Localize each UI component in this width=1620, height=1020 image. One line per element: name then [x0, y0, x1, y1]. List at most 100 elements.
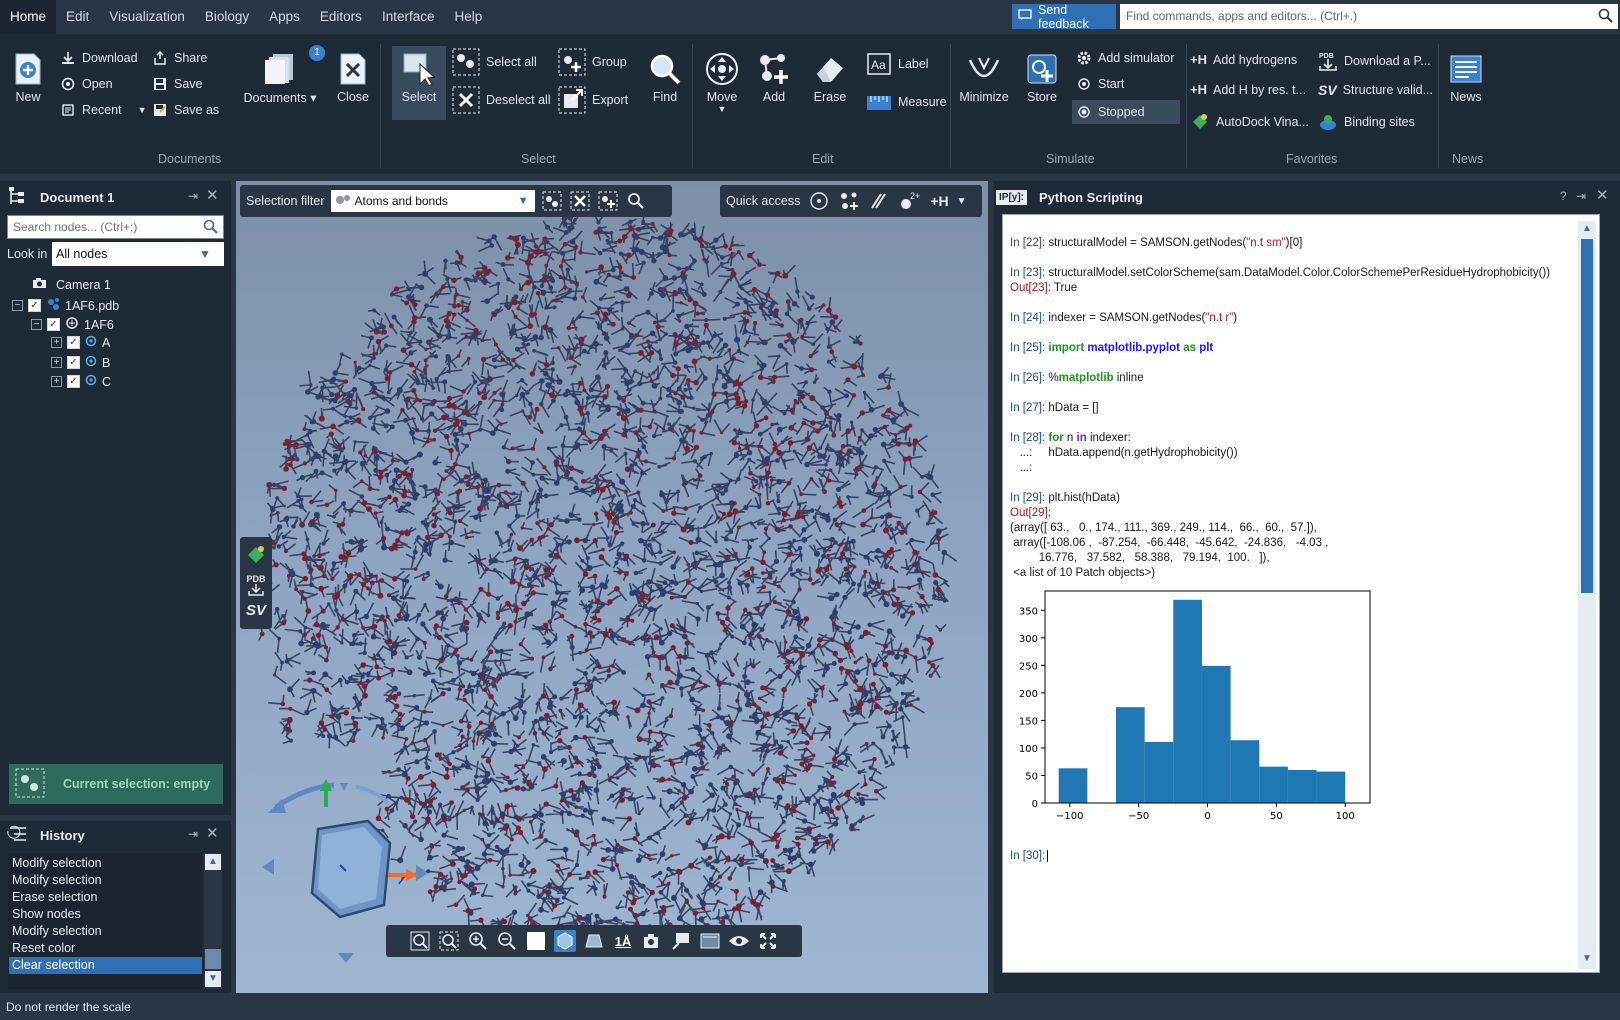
search-nodes-input[interactable]: Search nodes... (Ctrl+;) — [7, 215, 224, 239]
label-view-icon[interactable] — [670, 930, 692, 952]
screenshot-icon[interactable] — [641, 930, 663, 952]
tree-item-chain-b[interactable]: + ✓ B — [51, 355, 110, 370]
tree-item-file[interactable]: − ✓ 1AF6.pdb — [12, 297, 119, 314]
add-h-quick-icon[interactable]: +H — [930, 193, 948, 209]
tree-item-model[interactable]: − ✓ 1AF6 — [31, 316, 114, 333]
scroll-thumb[interactable] — [1581, 239, 1593, 593]
autodock-vina-button[interactable]: AutoDock Vina... — [1190, 112, 1309, 132]
find-button[interactable]: Find — [644, 52, 686, 104]
expand-icon[interactable]: + — [51, 337, 62, 348]
perspective-icon[interactable] — [554, 930, 576, 952]
select-all-icon[interactable] — [541, 190, 563, 212]
autodock-icon[interactable] — [245, 543, 267, 568]
expand-icon[interactable]: + — [51, 376, 62, 387]
documents-button[interactable]: Documents ▾ — [240, 52, 320, 105]
move-button[interactable]: Move ▼ — [700, 52, 744, 114]
menu-edit[interactable]: Edit — [56, 0, 99, 34]
collapse-icon[interactable]: − — [31, 319, 42, 330]
selection-filter-select[interactable]: Atoms and bonds ▼ — [330, 190, 535, 212]
history-item[interactable]: Modify selection — [12, 873, 102, 887]
zoom-in-icon[interactable] — [467, 930, 489, 952]
add-hydrogens-button[interactable]: +H Add hydrogens — [1190, 52, 1297, 67]
news-button[interactable]: News — [1444, 52, 1488, 104]
share-button[interactable]: Share — [152, 50, 207, 66]
zoom-selection-icon[interactable] — [438, 930, 460, 952]
history-item[interactable]: Reset color — [12, 941, 75, 955]
recent-button[interactable]: Recent ▼ — [60, 102, 147, 118]
close-icon[interactable]: ✕ — [206, 186, 219, 204]
search-icon[interactable] — [203, 219, 219, 238]
measure-button[interactable]: Measure — [866, 90, 947, 114]
console-scrollbar[interactable]: ▲ ▼ — [1578, 221, 1596, 969]
floor-icon[interactable] — [583, 930, 605, 952]
zoom-out-icon[interactable] — [496, 930, 518, 952]
viewport-3d[interactable]: Selection filter Atoms and bonds ▼ Quick… — [236, 181, 988, 993]
visibility-checkbox[interactable]: ✓ — [28, 299, 41, 312]
chevron-down-icon[interactable]: ▼ — [957, 196, 967, 207]
help-icon[interactable]: ? — [1560, 189, 1567, 203]
scroll-up-icon[interactable]: ▲ — [205, 854, 221, 870]
history-scrollbar[interactable]: ▲ ▼ — [204, 853, 222, 989]
command-search-input[interactable]: Find commands, apps and editors... (Ctrl… — [1120, 4, 1618, 29]
full-screen-icon[interactable] — [699, 930, 721, 952]
group-button[interactable]: Group — [558, 48, 627, 76]
pin-icon[interactable]: ⇥ — [188, 189, 198, 203]
select-all-button[interactable]: Select all — [452, 48, 537, 76]
close-icon[interactable]: ✕ — [1596, 186, 1609, 204]
scale-toggle-icon[interactable]: 1Å — [612, 930, 634, 952]
expand-icon[interactable] — [757, 930, 779, 952]
menu-help[interactable]: Help — [444, 0, 492, 34]
pdb-download-icon[interactable]: PDB — [246, 574, 266, 596]
zoom-fit-icon[interactable] — [409, 930, 431, 952]
start-simulation-button[interactable]: Start — [1076, 76, 1124, 92]
scroll-up-icon[interactable]: ▲ — [1578, 221, 1596, 237]
menu-interface[interactable]: Interface — [372, 0, 445, 34]
scroll-down-icon[interactable]: ▼ — [1578, 951, 1596, 967]
tree-item-chain-c[interactable]: + ✓ C — [51, 374, 111, 389]
download-pdb-button[interactable]: PDB Download a P... — [1318, 50, 1431, 72]
bond-icon[interactable] — [868, 190, 890, 212]
add-h-by-residue-button[interactable]: +H Add H by res. t... — [1190, 82, 1306, 97]
visibility-checkbox[interactable]: ✓ — [67, 356, 80, 369]
eye-icon[interactable] — [728, 930, 750, 952]
history-item[interactable]: Show nodes — [12, 907, 81, 921]
save-button[interactable]: Save — [152, 76, 203, 92]
binding-sites-button[interactable]: Binding sites — [1318, 112, 1415, 132]
erase-button[interactable]: Erase — [808, 52, 852, 104]
export-button[interactable]: Export — [558, 86, 628, 114]
structure-validation-button[interactable]: SV Structure valid... — [1318, 82, 1433, 98]
history-item-selected[interactable]: Clear selection — [12, 958, 95, 972]
download-button[interactable]: Download — [60, 50, 138, 66]
select-button[interactable]: Select — [392, 46, 446, 120]
menu-home[interactable]: Home — [0, 0, 57, 34]
move-icon[interactable] — [808, 190, 830, 212]
expand-icon[interactable]: + — [51, 357, 62, 368]
new-button[interactable]: New — [8, 52, 48, 104]
cell-30[interactable]: In [30]: — [1010, 850, 1052, 862]
tree-item-chain-a[interactable]: + ✓ A — [51, 335, 110, 350]
tree-item-camera[interactable]: Camera 1 — [32, 277, 111, 292]
pin-icon[interactable]: ⇥ — [188, 827, 198, 841]
close-icon[interactable]: ✕ — [206, 824, 219, 842]
minimize-button[interactable]: Minimize — [958, 52, 1010, 104]
deselect-all-button[interactable]: Deselect all — [452, 86, 551, 114]
charge-icon[interactable]: 2+ — [898, 190, 922, 212]
history-item[interactable]: Modify selection — [12, 856, 102, 870]
collapse-icon[interactable]: − — [12, 300, 23, 311]
find-icon[interactable] — [625, 190, 647, 212]
history-item[interactable]: Erase selection — [12, 890, 97, 904]
menu-editors[interactable]: Editors — [310, 0, 372, 34]
visibility-checkbox[interactable]: ✓ — [47, 318, 60, 331]
label-button[interactable]: Aa Label — [866, 52, 929, 76]
scroll-thumb[interactable] — [205, 949, 221, 969]
deselect-icon[interactable] — [569, 190, 591, 212]
scroll-down-icon[interactable]: ▼ — [205, 971, 221, 987]
group-icon[interactable] — [597, 190, 619, 212]
visibility-checkbox[interactable]: ✓ — [67, 375, 80, 388]
menu-visualization[interactable]: Visualization — [99, 0, 195, 34]
stopped-simulation-button[interactable]: Stopped — [1072, 100, 1180, 124]
visibility-checkbox[interactable]: ✓ — [67, 336, 80, 349]
search-icon[interactable] — [1598, 8, 1614, 27]
store-button[interactable]: Store — [1020, 52, 1064, 104]
open-button[interactable]: Open — [60, 76, 113, 92]
